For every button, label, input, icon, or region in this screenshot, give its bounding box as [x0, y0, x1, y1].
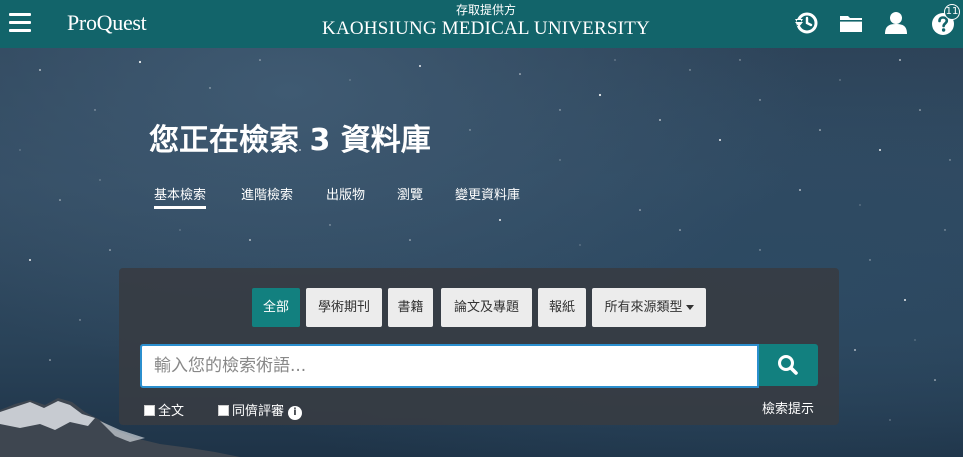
source-filter-scholarly-journals[interactable]: 學術期刊 — [306, 288, 382, 327]
peer-reviewed-option: 同儕評審 i — [218, 400, 303, 420]
tab-change-databases[interactable]: 變更資料庫 — [455, 184, 520, 203]
source-filter-books[interactable]: 書籍 — [388, 288, 433, 327]
info-icon[interactable]: i — [288, 406, 303, 420]
caret-down-icon — [685, 305, 694, 310]
source-filter-all[interactable]: 全部 — [252, 288, 300, 327]
search-panel: 全部 學術期刊 書籍 論文及專題 報紙 所有來源類型 全文 同儕評審i 檢索提示 — [119, 268, 839, 425]
page-title: 您正在檢索 3 資料庫 — [149, 123, 431, 158]
peer-reviewed-label: 同儕評審 — [232, 404, 285, 419]
full-text-checkbox[interactable] — [144, 405, 155, 416]
source-type-dropdown-label: 所有來源類型 — [604, 300, 683, 315]
source-filter-dissertations[interactable]: 論文及專題 — [441, 288, 532, 327]
search-button[interactable] — [759, 344, 818, 386]
tab-publications[interactable]: 出版物 — [326, 184, 365, 203]
tab-advanced-search[interactable]: 進階檢索 — [241, 184, 293, 203]
top-header: ProQuest 存取提供方 KAOHSIUNG MEDICAL UNIVERS… — [0, 0, 963, 48]
folder-icon[interactable] — [838, 10, 864, 36]
access-provider-name: KAOHSIUNG MEDICAL UNIVERSITY — [322, 18, 650, 39]
search-icon — [778, 355, 798, 375]
tab-basic-search[interactable]: 基本檢索 — [154, 184, 207, 209]
history-icon[interactable] — [793, 10, 819, 36]
menu-hamburger-icon[interactable] — [9, 13, 31, 33]
peer-reviewed-checkbox[interactable] — [218, 405, 229, 416]
source-filter-newspapers[interactable]: 報紙 — [538, 288, 586, 327]
full-text-option: 全文 — [144, 400, 184, 419]
search-tips-link[interactable]: 檢索提示 — [762, 398, 814, 417]
search-input[interactable] — [140, 344, 759, 388]
access-provider-label: 存取提供方 — [455, 3, 516, 17]
source-type-dropdown[interactable]: 所有來源類型 — [592, 288, 706, 327]
access-provider: 存取提供方 KAOHSIUNG MEDICAL UNIVERSITY — [300, 3, 672, 41]
full-text-label: 全文 — [158, 404, 185, 419]
help-notification-badge: 11 — [944, 4, 960, 20]
proquest-logo[interactable]: ProQuest — [67, 10, 147, 36]
tab-browse[interactable]: 瀏覽 — [397, 184, 423, 203]
user-icon[interactable] — [883, 10, 909, 36]
